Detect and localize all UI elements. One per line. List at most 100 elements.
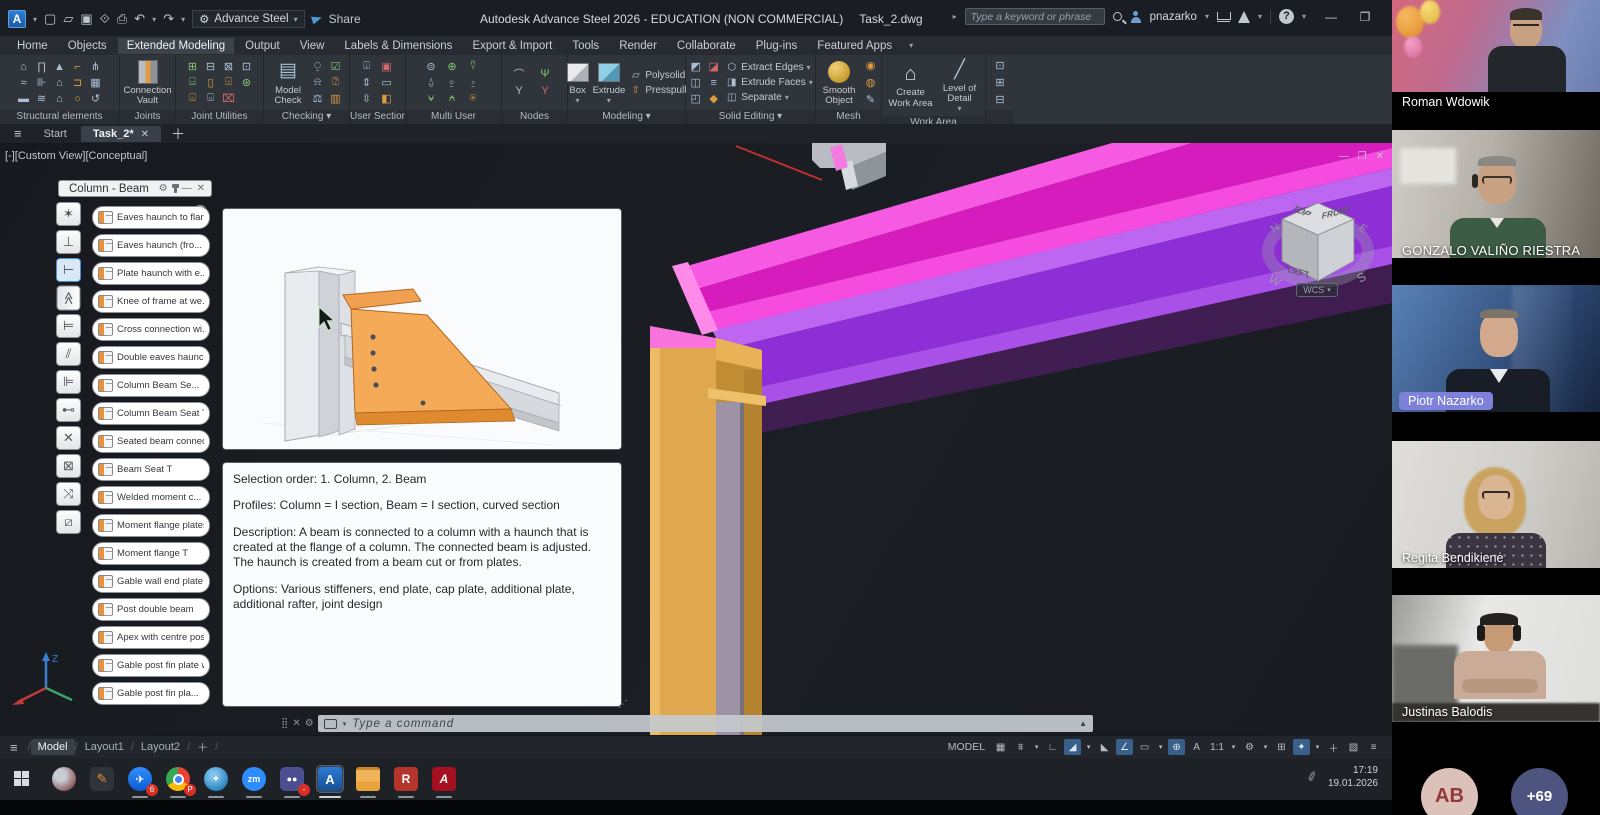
category-cross-brace-icon[interactable] — [56, 426, 81, 450]
participant-overflow-count[interactable]: +69 — [1511, 768, 1568, 815]
category-misc-icon[interactable] — [56, 510, 81, 534]
resize-grip[interactable] — [618, 699, 628, 710]
command-close-icon[interactable] — [292, 718, 300, 729]
level-of-detail-button[interactable]: Level of Detail — [939, 57, 981, 114]
osnap-3d-icon[interactable] — [1168, 739, 1185, 755]
create-work-area-button[interactable]: Create Work Area — [887, 61, 935, 109]
taskbar-app-acrobat[interactable]: A — [431, 766, 457, 792]
taskbar-app-advance-steel[interactable]: A — [317, 766, 343, 792]
tab-plugins[interactable]: Plug-ins — [747, 38, 807, 54]
ribbon-icon[interactable] — [239, 75, 254, 90]
ribbon-icon[interactable] — [512, 84, 527, 99]
command-caret-icon[interactable] — [343, 720, 347, 728]
participant-avatar-ab[interactable]: AB — [1421, 768, 1478, 815]
command-input[interactable]: Type a command — [318, 715, 1093, 732]
lineweight-icon[interactable] — [1136, 739, 1153, 755]
palette-item[interactable]: Eaves haunch (fro... — [92, 234, 210, 257]
save-as-icon[interactable] — [100, 11, 110, 27]
palette-item[interactable]: Apex with centre post — [92, 626, 210, 649]
command-history-icon[interactable] — [324, 719, 337, 729]
ribbon-icon[interactable] — [310, 59, 325, 74]
palette-titlebar[interactable]: Column - Beam — [58, 180, 212, 197]
presspull-button[interactable]: Presspull — [629, 84, 686, 97]
redo-caret-icon[interactable] — [181, 15, 185, 24]
ribbon-icon[interactable] — [34, 59, 49, 74]
ribbon-icon[interactable] — [445, 91, 460, 106]
polar-caret-icon[interactable] — [1084, 739, 1093, 755]
system-clock[interactable]: 17:19 19.01.2026 — [1328, 764, 1378, 790]
ribbon-icon[interactable] — [34, 75, 49, 90]
palette-item[interactable]: Seated beam connection — [92, 430, 210, 453]
ribbon-icon[interactable] — [221, 75, 236, 90]
isodraft-icon[interactable] — [1096, 739, 1113, 755]
workspace-gear-icon[interactable] — [1241, 739, 1258, 755]
ribbon-icon[interactable] — [863, 58, 878, 73]
tab-home[interactable]: Home — [8, 38, 57, 54]
ribbon-icon[interactable] — [993, 75, 1008, 90]
category-plate-icon[interactable] — [56, 370, 81, 394]
taskbar-app-explorer[interactable] — [355, 766, 381, 792]
gear-caret-icon[interactable] — [1261, 739, 1270, 755]
participant-video[interactable] — [1392, 130, 1600, 258]
taskbar-app-zoom[interactable]: zm — [241, 766, 267, 792]
ribbon-icon[interactable] — [512, 67, 527, 82]
viewport-minimize-icon[interactable] — [1339, 151, 1349, 162]
ribbon-icon[interactable] — [863, 92, 878, 107]
palette-item[interactable]: Moment flange T — [92, 542, 210, 565]
viewport-restore-icon[interactable] — [1358, 151, 1367, 162]
view-cube[interactable]: N E W S TOP LEFT FRONT — [1258, 185, 1378, 295]
palette-item[interactable]: Double eaves haunch... — [92, 346, 210, 369]
ribbon-icon[interactable] — [706, 59, 721, 74]
drawing-viewport[interactable]: [-][Custom View][Conceptual] N E W S TOP… — [0, 143, 1392, 735]
ribbon-icon[interactable] — [203, 75, 218, 90]
tab-tools[interactable]: Tools — [563, 38, 608, 54]
user-caret-icon[interactable] — [1205, 12, 1209, 21]
ortho-toggle-icon[interactable] — [1044, 739, 1061, 755]
open-file-icon[interactable] — [63, 11, 73, 27]
taskbar-app-browser[interactable]: ✦ — [203, 766, 229, 792]
new-layout-button[interactable] — [190, 737, 215, 757]
category-brace-icon[interactable] — [56, 342, 81, 366]
isolate-objects-icon[interactable] — [1325, 739, 1342, 755]
ribbon-icon[interactable] — [359, 75, 374, 90]
ribbon-icon[interactable] — [424, 59, 439, 74]
viewport-corner-label[interactable]: [-][Custom View][Conceptual] — [5, 150, 147, 162]
undo-caret-icon[interactable] — [152, 15, 156, 24]
ribbon-icon[interactable] — [70, 75, 85, 90]
category-favorites-icon[interactable] — [56, 202, 81, 226]
ribbon-icon[interactable] — [185, 75, 200, 90]
ribbon-icon[interactable] — [52, 59, 67, 74]
ribbon-icon[interactable] — [466, 59, 481, 74]
ribbon-icon[interactable] — [538, 84, 553, 99]
app-logo[interactable]: A — [8, 10, 26, 28]
start-button[interactable] — [14, 771, 29, 786]
taskbar-app-1[interactable] — [51, 766, 77, 792]
minimize-button[interactable] — [1318, 10, 1344, 24]
palette-pin-icon[interactable] — [174, 184, 177, 193]
command-recent-icon[interactable] — [1079, 719, 1087, 728]
search-collapse-icon[interactable] — [953, 12, 957, 21]
new-tab-icon[interactable] — [163, 124, 193, 144]
ribbon-icon[interactable] — [310, 91, 325, 106]
snap-caret-icon[interactable] — [1032, 739, 1041, 755]
ribbon-icon[interactable] — [538, 67, 553, 82]
ribbon-icon[interactable] — [221, 91, 236, 106]
ribbon-icon[interactable] — [185, 59, 200, 74]
participant-video[interactable] — [1392, 595, 1600, 722]
ribbon-icon[interactable] — [379, 91, 394, 106]
ribbon-icon[interactable] — [863, 75, 878, 90]
ribbon-icon[interactable] — [466, 91, 481, 106]
clean-screen-icon[interactable] — [1345, 739, 1362, 755]
tab-collaborate[interactable]: Collaborate — [668, 38, 745, 54]
command-line[interactable]: Type a command — [281, 714, 1093, 733]
redo-icon[interactable] — [163, 11, 174, 27]
category-purlin-icon[interactable] — [57, 286, 81, 311]
compass-s[interactable]: S — [1355, 269, 1369, 285]
workspace-switcher[interactable]: Advance Steel — [192, 10, 305, 28]
search-input[interactable] — [965, 8, 1105, 25]
tab-render[interactable]: Render — [610, 38, 666, 54]
command-customize-icon[interactable] — [305, 718, 314, 729]
undo-icon[interactable] — [134, 11, 145, 27]
file-tabs-menu-icon[interactable] — [6, 126, 30, 141]
extrude-faces-button[interactable]: Extrude Faces — [725, 76, 813, 89]
